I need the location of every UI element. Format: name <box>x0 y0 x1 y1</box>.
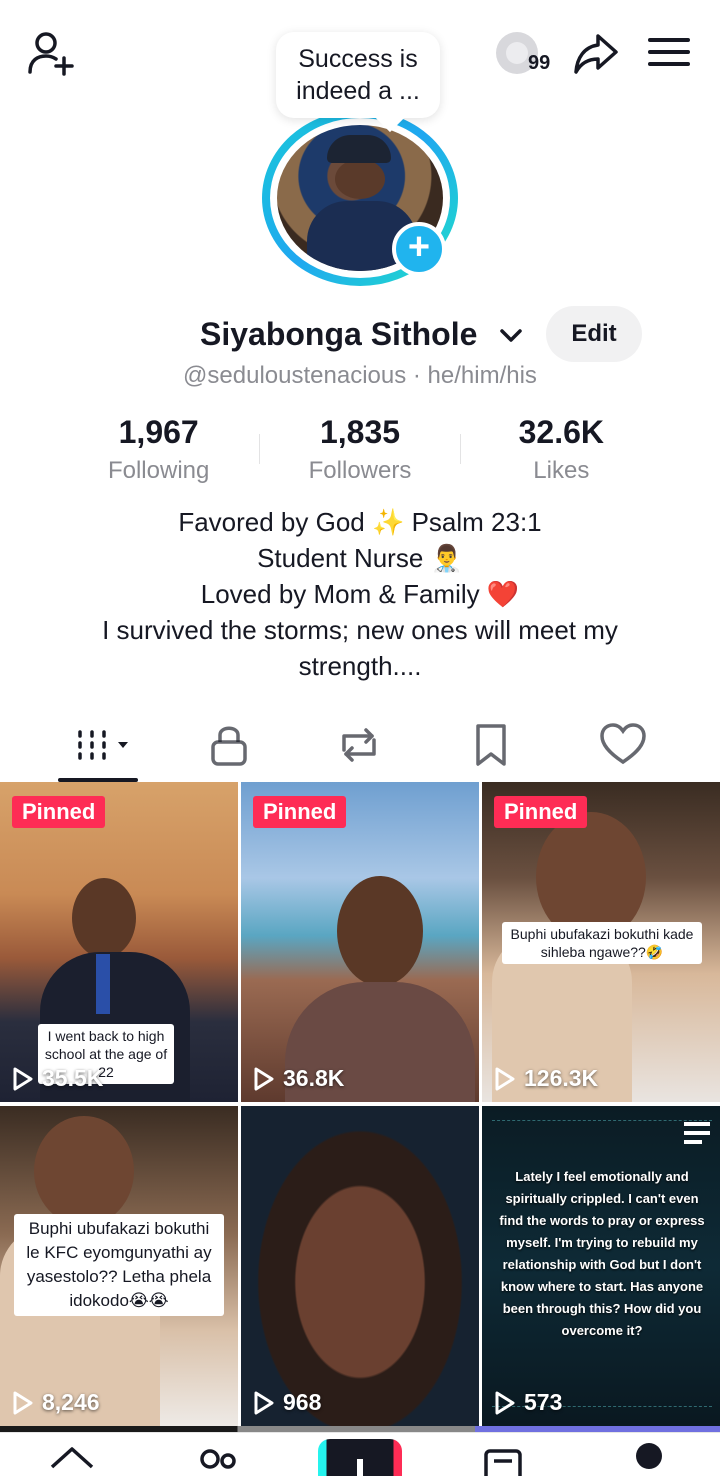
status-bubble[interactable]: Success is indeed a ... <box>276 32 440 118</box>
videos-grid-icon[interactable] <box>72 720 136 770</box>
video-tile[interactable]: Lately I feel emotionally and spirituall… <box>482 1106 720 1426</box>
plus-icon <box>357 1459 363 1476</box>
view-count-value: 8,246 <box>42 1389 100 1415</box>
bio-line: Favored by God ✨ Psalm 23:1 <box>178 507 542 537</box>
repost-icon[interactable] <box>334 720 384 770</box>
add-story-button[interactable]: + <box>392 222 446 276</box>
video-caption: Buphi ubufakazi bokuthi le KFC eyomgunya… <box>14 1214 224 1316</box>
video-tile[interactable]: Pinned 36.8K <box>241 782 479 1102</box>
add-user-icon[interactable] <box>26 30 76 76</box>
view-count-value: 968 <box>283 1389 322 1415</box>
bookmark-icon[interactable] <box>466 720 516 770</box>
stat-following[interactable]: 1,967 Following <box>58 414 259 490</box>
lock-icon[interactable] <box>204 720 254 770</box>
bio-line: Student Nurse 👨‍⚕️ <box>257 543 463 573</box>
inbox-icon[interactable] <box>480 1445 528 1476</box>
bio-line: Loved by Mom & Family ❤️ <box>200 579 520 609</box>
view-count-value: 36.8K <box>283 1065 345 1091</box>
chevron-down-icon[interactable] <box>498 324 524 348</box>
stat-label: Followers <box>308 457 412 484</box>
view-count-value: 126.3K <box>524 1065 599 1091</box>
share-icon[interactable] <box>572 32 620 76</box>
bio-line: I survived the storms; new ones will mee… <box>102 615 618 681</box>
video-tile[interactable]: Pinned Buphi ubufakazi bokuthi kade sihl… <box>482 782 720 1102</box>
pinned-badge: Pinned <box>12 796 106 828</box>
view-count-value: 573 <box>524 1389 563 1415</box>
play-icon <box>254 1067 274 1090</box>
bottom-navigation <box>0 1432 720 1476</box>
list-icon <box>684 1122 710 1144</box>
name-row: Siyabonga Sithole Edit <box>0 306 720 362</box>
stat-likes[interactable]: 32.6K Likes <box>461 414 662 490</box>
video-tile[interactable]: Pinned I went back to high school at the… <box>0 782 238 1102</box>
play-icon <box>13 1391 33 1414</box>
video-caption: Lately I feel emotionally and spirituall… <box>499 1169 705 1338</box>
profile-name: Siyabonga Sithole <box>200 316 478 352</box>
stat-value: 32.6K <box>518 414 605 450</box>
view-count: 968 <box>253 1389 321 1416</box>
edit-profile-button[interactable]: Edit <box>546 306 642 362</box>
stat-label: Following <box>107 457 210 484</box>
pinned-badge: Pinned <box>494 796 588 828</box>
stat-label: Likes <box>533 457 590 484</box>
view-count: 8,246 <box>12 1389 100 1416</box>
coin-count: 99 <box>528 52 551 74</box>
stat-value: 1,835 <box>319 414 401 450</box>
play-icon <box>254 1391 274 1414</box>
view-count: 573 <box>494 1389 562 1416</box>
home-icon[interactable] <box>48 1445 96 1476</box>
profile-bio: Favored by God ✨ Psalm 23:1 Student Nurs… <box>40 504 680 684</box>
username-handle: @seduloustenacious · he/him/his <box>183 362 537 389</box>
play-icon <box>495 1391 515 1414</box>
profile-stats: 1,967 Following 1,835 Followers 32.6K Li… <box>58 414 662 490</box>
menu-icon[interactable] <box>648 38 690 70</box>
video-grid: Pinned I went back to high school at the… <box>0 782 720 1426</box>
play-icon <box>495 1067 515 1090</box>
video-tile[interactable]: Buphi ubufakazi bokuthi le KFC eyomgunya… <box>0 1106 238 1426</box>
view-count: 35.5K <box>12 1065 103 1092</box>
coin-button[interactable]: 99 <box>496 32 560 76</box>
friends-icon[interactable] <box>194 1445 242 1476</box>
view-count: 36.8K <box>253 1065 344 1092</box>
video-tile[interactable]: 968 <box>241 1106 479 1426</box>
pinned-badge: Pinned <box>253 796 347 828</box>
video-caption: Buphi ubufakazi bokuthi kade sihleba nga… <box>502 922 702 964</box>
profile-tabs <box>0 712 720 782</box>
play-icon <box>13 1067 33 1090</box>
stat-value: 1,967 <box>118 414 199 450</box>
heart-icon[interactable] <box>598 720 648 770</box>
create-button[interactable] <box>318 1439 402 1476</box>
profile-icon[interactable] <box>636 1443 662 1469</box>
view-count: 126.3K <box>494 1065 598 1092</box>
view-count-value: 35.5K <box>42 1065 104 1091</box>
stat-followers[interactable]: 1,835 Followers <box>259 414 460 490</box>
